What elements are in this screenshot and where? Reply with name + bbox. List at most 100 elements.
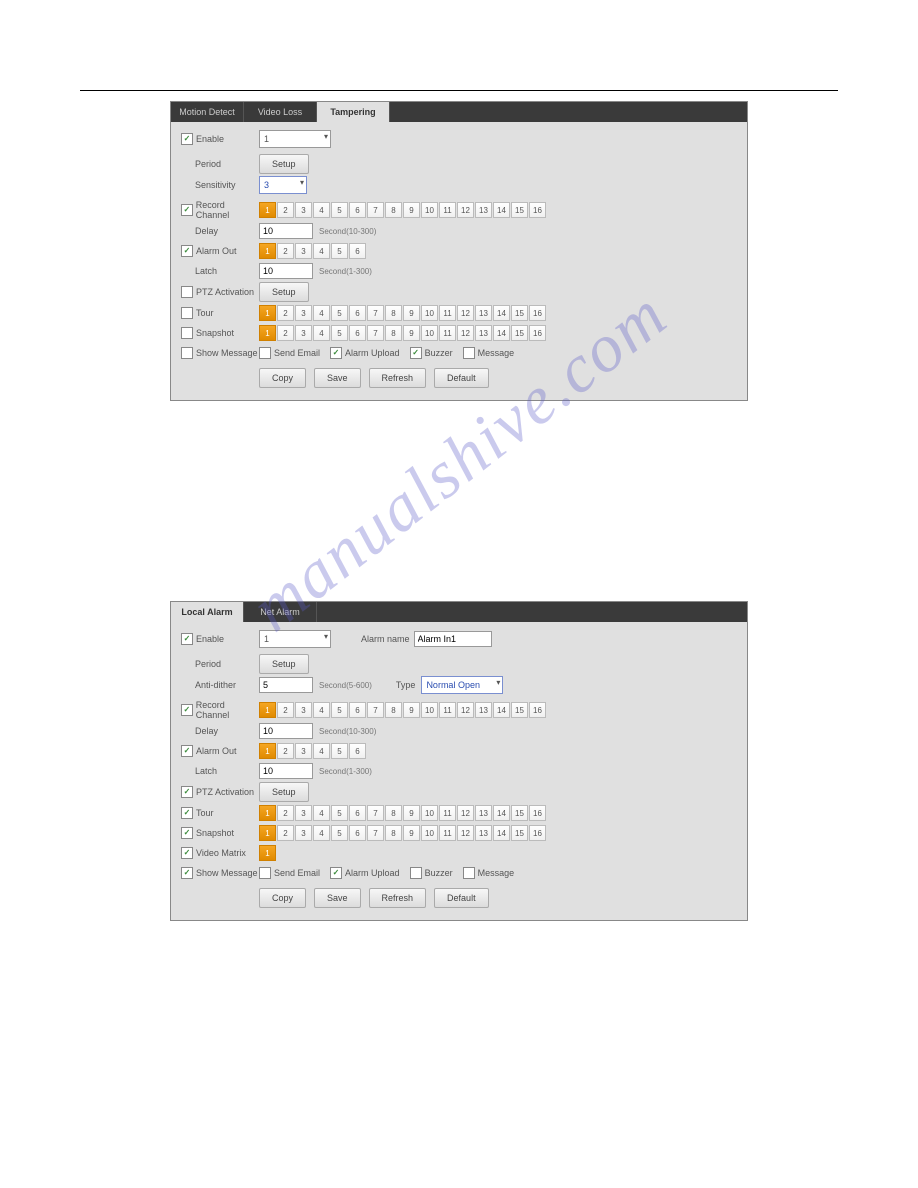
- channel-2[interactable]: 2: [277, 325, 294, 341]
- channel-6[interactable]: 6: [349, 702, 366, 718]
- channel-15[interactable]: 15: [511, 825, 528, 841]
- channel-2[interactable]: 2: [277, 305, 294, 321]
- channel-7[interactable]: 7: [367, 305, 384, 321]
- latch-input[interactable]: [259, 263, 313, 279]
- tour-checkbox-2[interactable]: [181, 807, 193, 819]
- tour-checkbox[interactable]: [181, 307, 193, 319]
- channel-15[interactable]: 15: [511, 305, 528, 321]
- channel-6[interactable]: 6: [349, 325, 366, 341]
- record-channel-checkbox[interactable]: [181, 204, 193, 216]
- save-button-2[interactable]: Save: [314, 888, 361, 908]
- channel-14[interactable]: 14: [493, 702, 510, 718]
- channel-13[interactable]: 13: [475, 202, 492, 218]
- channel-9[interactable]: 9: [403, 702, 420, 718]
- tab-net-alarm[interactable]: Net Alarm: [244, 602, 317, 622]
- ptz-checkbox[interactable]: [181, 286, 193, 298]
- alarm-upload-checkbox[interactable]: [330, 347, 342, 359]
- ptz-setup-button[interactable]: Setup: [259, 282, 309, 302]
- channel-1[interactable]: 1: [259, 825, 276, 841]
- send-email-checkbox[interactable]: [259, 347, 271, 359]
- channel-5[interactable]: 5: [331, 805, 348, 821]
- channel-15[interactable]: 15: [511, 805, 528, 821]
- channel-8[interactable]: 8: [385, 702, 402, 718]
- tab-video-loss[interactable]: Video Loss: [244, 102, 317, 122]
- channel-5[interactable]: 5: [331, 702, 348, 718]
- channel-13[interactable]: 13: [475, 825, 492, 841]
- video-matrix-checkbox[interactable]: [181, 847, 193, 859]
- show-message-checkbox[interactable]: [181, 347, 193, 359]
- channel-7[interactable]: 7: [367, 805, 384, 821]
- channel-13[interactable]: 13: [475, 325, 492, 341]
- channel-5[interactable]: 5: [331, 305, 348, 321]
- channel-2[interactable]: 2: [277, 743, 294, 759]
- channel-3[interactable]: 3: [295, 825, 312, 841]
- channel-14[interactable]: 14: [493, 805, 510, 821]
- channel-12[interactable]: 12: [457, 805, 474, 821]
- tab-tampering[interactable]: Tampering: [317, 102, 390, 122]
- sensitivity-select[interactable]: 3: [259, 176, 307, 194]
- channel-12[interactable]: 12: [457, 702, 474, 718]
- alarm-out-checkbox[interactable]: [181, 245, 193, 257]
- channel-2[interactable]: 2: [277, 243, 294, 259]
- tab-local-alarm[interactable]: Local Alarm: [171, 602, 244, 622]
- channel-3[interactable]: 3: [295, 702, 312, 718]
- channel-8[interactable]: 8: [385, 805, 402, 821]
- channel-5[interactable]: 5: [331, 825, 348, 841]
- channel-12[interactable]: 12: [457, 825, 474, 841]
- buzzer-checkbox-2[interactable]: [410, 867, 422, 879]
- channel-4[interactable]: 4: [313, 325, 330, 341]
- message-checkbox-2[interactable]: [463, 867, 475, 879]
- antidither-input[interactable]: [259, 677, 313, 693]
- channel-9[interactable]: 9: [403, 805, 420, 821]
- channel-8[interactable]: 8: [385, 202, 402, 218]
- default-button-2[interactable]: Default: [434, 888, 489, 908]
- latch-input-2[interactable]: [259, 763, 313, 779]
- channel-14[interactable]: 14: [493, 825, 510, 841]
- channel-11[interactable]: 11: [439, 325, 456, 341]
- channel-7[interactable]: 7: [367, 825, 384, 841]
- channel-4[interactable]: 4: [313, 243, 330, 259]
- channel-5[interactable]: 5: [331, 743, 348, 759]
- channel-5[interactable]: 5: [331, 325, 348, 341]
- show-message-checkbox-2[interactable]: [181, 867, 193, 879]
- channel-12[interactable]: 12: [457, 305, 474, 321]
- channel-1[interactable]: 1: [259, 305, 276, 321]
- channel-16[interactable]: 16: [529, 702, 546, 718]
- channel-16[interactable]: 16: [529, 325, 546, 341]
- channel-1[interactable]: 1: [259, 845, 276, 861]
- ptz-setup-button-2[interactable]: Setup: [259, 782, 309, 802]
- channel-11[interactable]: 11: [439, 702, 456, 718]
- channel-5[interactable]: 5: [331, 202, 348, 218]
- channel-2[interactable]: 2: [277, 825, 294, 841]
- channel-16[interactable]: 16: [529, 202, 546, 218]
- refresh-button[interactable]: Refresh: [369, 368, 427, 388]
- channel-2[interactable]: 2: [277, 805, 294, 821]
- channel-2[interactable]: 2: [277, 202, 294, 218]
- channel-14[interactable]: 14: [493, 325, 510, 341]
- channel-7[interactable]: 7: [367, 325, 384, 341]
- channel-1[interactable]: 1: [259, 202, 276, 218]
- channel-11[interactable]: 11: [439, 825, 456, 841]
- send-email-checkbox-2[interactable]: [259, 867, 271, 879]
- channel-1[interactable]: 1: [259, 805, 276, 821]
- channel-8[interactable]: 8: [385, 325, 402, 341]
- ptz-checkbox-2[interactable]: [181, 786, 193, 798]
- channel-3[interactable]: 3: [295, 202, 312, 218]
- channel-6[interactable]: 6: [349, 243, 366, 259]
- channel-10[interactable]: 10: [421, 805, 438, 821]
- refresh-button-2[interactable]: Refresh: [369, 888, 427, 908]
- channel-select[interactable]: 1: [259, 130, 331, 148]
- channel-3[interactable]: 3: [295, 805, 312, 821]
- channel-6[interactable]: 6: [349, 805, 366, 821]
- channel-9[interactable]: 9: [403, 202, 420, 218]
- copy-button-2[interactable]: Copy: [259, 888, 306, 908]
- channel-16[interactable]: 16: [529, 825, 546, 841]
- message-checkbox[interactable]: [463, 347, 475, 359]
- channel-4[interactable]: 4: [313, 305, 330, 321]
- save-button[interactable]: Save: [314, 368, 361, 388]
- channel-12[interactable]: 12: [457, 202, 474, 218]
- period-setup-button-2[interactable]: Setup: [259, 654, 309, 674]
- type-select[interactable]: Normal Open: [421, 676, 503, 694]
- period-setup-button[interactable]: Setup: [259, 154, 309, 174]
- tab-motion-detect[interactable]: Motion Detect: [171, 102, 244, 122]
